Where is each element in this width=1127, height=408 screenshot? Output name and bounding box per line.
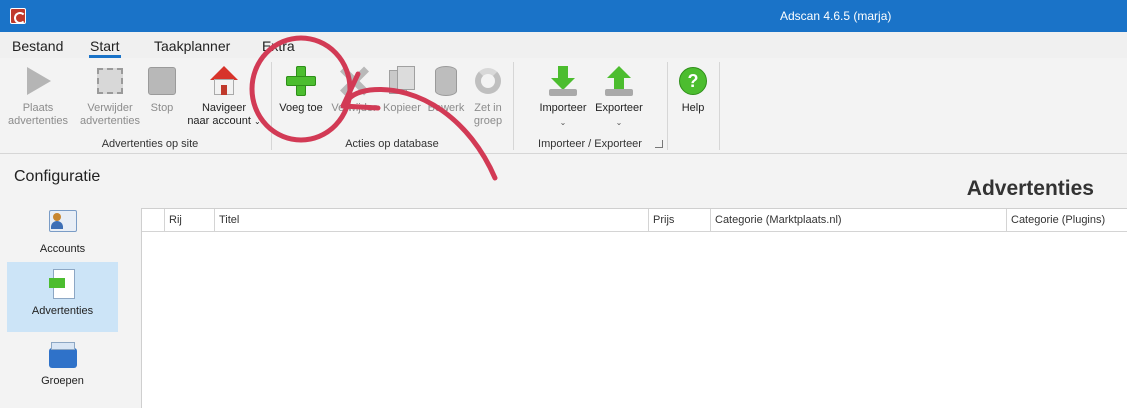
title-bar: Adscan 4.6.5 (marja)	[0, 0, 1127, 32]
stop-label: Stop	[150, 102, 174, 114]
copy-button[interactable]: Kopieer	[380, 64, 424, 115]
column-header-prijs[interactable]: Prijs	[648, 209, 710, 232]
place-ads-label-2: advertenties	[8, 115, 68, 127]
import-label: Importeer	[539, 102, 587, 114]
remove-ads-label-1: Verwijder	[87, 102, 133, 114]
nav-item-label: Accounts	[39, 243, 86, 255]
nav-title: Configuratie	[14, 168, 101, 185]
export-button[interactable]: Exporteer ⌄	[592, 64, 646, 129]
export-label: Exporteer	[595, 102, 643, 114]
navigate-account-button[interactable]: Navigeer naar account ⌄	[184, 64, 264, 128]
help-button[interactable]: ? Help	[674, 64, 712, 115]
advertisements-icon	[47, 268, 79, 300]
ribbon-tabs: Bestand Start Taakplanner Extra	[0, 32, 1127, 58]
edit-label: Bewerk	[427, 102, 465, 114]
remove-ads-button[interactable]: Verwijder advertenties	[76, 64, 144, 128]
nav-item-label: Groepen	[41, 375, 84, 387]
set-in-group-button[interactable]: Zet in groep	[468, 64, 508, 128]
nav-item-accounts[interactable]: Accounts	[7, 200, 118, 270]
tab-extra[interactable]: Extra	[262, 38, 295, 54]
set-in-group-label-1: Zet in	[474, 102, 502, 114]
tab-taakplanner[interactable]: Taakplanner	[154, 38, 230, 54]
advertisements-grid[interactable]: Rij Titel Prijs Categorie (Marktplaats.n…	[141, 208, 1127, 408]
column-header-rij[interactable]: Rij	[164, 209, 214, 232]
column-header-categorie-marktplaats[interactable]: Categorie (Marktplaats.nl)	[710, 209, 1006, 232]
help-icon: ?	[679, 67, 707, 95]
import-button[interactable]: Importeer ⌄	[534, 64, 592, 129]
copy-icon	[385, 64, 419, 98]
place-ads-label-1: Plaats	[22, 102, 54, 114]
window-title: Adscan 4.6.5 (marja)	[780, 9, 892, 23]
column-header-titel[interactable]: Titel	[214, 209, 648, 232]
chevron-down-icon: ⌄	[559, 118, 567, 127]
ribbon: Plaats advertenties Verwijder advertenti…	[0, 58, 1127, 154]
column-header-select[interactable]	[142, 209, 164, 232]
plus-icon	[284, 64, 318, 98]
group-label-import-export: Importeer / Exporteer	[538, 138, 642, 150]
delete-x-icon	[337, 64, 371, 98]
nav-item-advertenties[interactable]: Advertenties	[7, 262, 118, 332]
copy-label: Kopieer	[383, 102, 421, 114]
page-title: Advertenties	[966, 177, 1094, 200]
nav-item-label: Advertenties	[31, 305, 94, 317]
chevron-down-icon: ⌄	[253, 117, 261, 126]
tab-bestand[interactable]: Bestand	[12, 38, 63, 54]
delete-button[interactable]: Verwijder	[330, 64, 378, 115]
stop-button[interactable]: Stop	[142, 64, 182, 115]
group-cycle-icon	[475, 68, 501, 94]
stop-icon	[148, 67, 176, 95]
edit-button[interactable]: Bewerk	[424, 64, 468, 115]
nav-item-groepen[interactable]: Groepen	[7, 332, 118, 402]
group-separator	[513, 62, 514, 150]
group-label-ads-on-site: Advertenties op site	[101, 138, 199, 150]
chevron-down-icon: ⌄	[615, 118, 623, 127]
delete-label: Verwijder	[331, 102, 377, 114]
export-icon	[602, 64, 636, 98]
place-ads-button[interactable]: Plaats advertenties	[6, 64, 70, 128]
remove-ads-label-2: advertenties	[80, 115, 140, 127]
dialog-launcher-icon[interactable]	[655, 140, 663, 148]
house-icon	[207, 64, 241, 98]
grid-header: Rij Titel Prijs Categorie (Marktplaats.n…	[142, 209, 1127, 232]
group-separator	[719, 62, 720, 150]
navigate-label-2: naar account ⌄	[187, 115, 261, 127]
configuration-nav: Configuratie Accounts Advertenties Groep…	[0, 155, 140, 408]
groups-icon	[47, 338, 79, 370]
accounts-icon	[47, 206, 79, 238]
help-label: Help	[681, 102, 705, 114]
group-separator	[667, 62, 668, 150]
navigate-label-1: Navigeer	[201, 102, 247, 114]
add-button[interactable]: Voeg toe	[276, 64, 326, 115]
import-icon	[546, 64, 580, 98]
add-label: Voeg toe	[279, 102, 323, 114]
remove-ads-icon	[97, 68, 123, 94]
group-label-database-actions: Acties op database	[345, 138, 439, 150]
play-icon	[27, 67, 51, 95]
tab-start[interactable]: Start	[89, 38, 121, 58]
set-in-group-label-2: groep	[473, 115, 503, 127]
group-separator	[271, 62, 272, 150]
app-window: Adscan 4.6.5 (marja) Bestand Start Taakp…	[0, 0, 1127, 408]
database-edit-icon	[435, 66, 457, 96]
column-header-categorie-plugins[interactable]: Categorie (Plugins)	[1006, 209, 1127, 232]
